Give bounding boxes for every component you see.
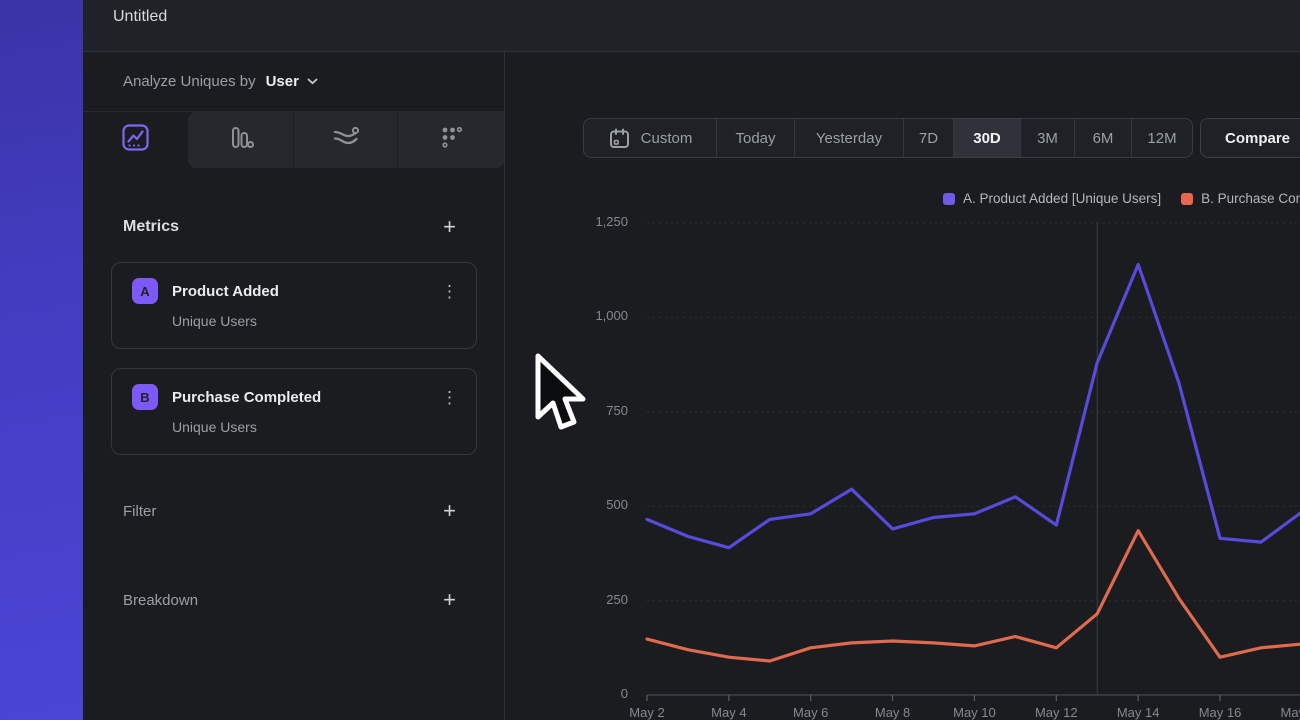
range-7d[interactable]: 7D xyxy=(903,119,953,157)
x-axis-label: May 6 xyxy=(793,705,828,720)
range-6m[interactable]: 6M xyxy=(1074,119,1131,157)
filter-title: Filter xyxy=(123,503,156,520)
range-today[interactable]: Today xyxy=(716,119,794,157)
line-chart[interactable]: 0 250 500 750 1,000 1,250 May 2 May 4 May 6 May 8… xyxy=(583,200,1300,720)
analyze-uniques-value[interactable]: User xyxy=(266,73,299,90)
metric-letter-badge: A xyxy=(132,278,158,304)
tab-line-chart[interactable] xyxy=(83,112,188,168)
analyze-uniques-label: Analyze Uniques by xyxy=(123,73,256,90)
query-sidebar: Analyze Uniques by User Metrics A Produc… xyxy=(83,52,505,720)
x-axis-label: May 12 xyxy=(1035,705,1078,720)
x-axis-label: May 2 xyxy=(629,705,664,720)
range-label: 7D xyxy=(919,130,938,147)
chart-type-tabs xyxy=(83,112,504,168)
y-axis-label: 0 xyxy=(583,686,628,701)
breakdown-section: Breakdown xyxy=(83,579,504,621)
x-axis-label: May 4 xyxy=(711,705,746,720)
series-line[interactable] xyxy=(647,265,1300,548)
add-breakdown-plus-icon[interactable] xyxy=(443,590,456,610)
x-axis-label: May 14 xyxy=(1117,705,1160,720)
range-yesterday[interactable]: Yesterday xyxy=(794,119,903,157)
range-label: 30D xyxy=(973,130,1001,147)
chevron-down-icon[interactable] xyxy=(307,78,318,85)
breakdown-title: Breakdown xyxy=(123,592,198,609)
metric-letter-badge: B xyxy=(132,384,158,410)
top-bar: Untitled xyxy=(83,0,1300,52)
add-metric-plus-icon[interactable] xyxy=(443,217,456,237)
range-3m[interactable]: 3M xyxy=(1020,119,1074,157)
metric-subtitle[interactable]: Unique Users xyxy=(172,313,458,329)
y-axis-label: 250 xyxy=(583,592,628,607)
metric-name[interactable]: Product Added xyxy=(172,283,441,300)
kebab-menu-icon[interactable] xyxy=(441,389,458,406)
range-label: Custom xyxy=(641,130,693,147)
x-axis-label: May 8 xyxy=(875,705,910,720)
range-label: 12M xyxy=(1147,130,1176,147)
calendar-icon xyxy=(608,127,631,150)
y-axis-label: 1,250 xyxy=(583,214,628,229)
metric-subtitle[interactable]: Unique Users xyxy=(172,419,458,435)
tab-flow-chart[interactable] xyxy=(293,112,398,168)
analytics-app-window: Untitled Analyze Uniques by User Metrics… xyxy=(83,0,1300,720)
range-custom[interactable]: Custom xyxy=(584,119,716,157)
y-axis-label: 500 xyxy=(583,497,628,512)
chart-panel: Custom Today Yesterday 7D 30D 3M 6M 12M Compare… xyxy=(505,52,1300,720)
retention-grid-icon xyxy=(437,123,466,157)
kebab-menu-icon[interactable] xyxy=(441,283,458,300)
x-axis-label: May 10 xyxy=(953,705,996,720)
date-range-selector: Custom Today Yesterday 7D 30D 3M 6M 12M xyxy=(583,118,1193,158)
add-filter-plus-icon[interactable] xyxy=(443,501,456,521)
desktop-gradient-strip xyxy=(0,0,83,720)
chart-canvas[interactable] xyxy=(583,200,1300,720)
analyze-uniques-row: Analyze Uniques by User xyxy=(83,52,504,112)
x-axis-label: May 16 xyxy=(1199,705,1242,720)
metric-name[interactable]: Purchase Completed xyxy=(172,389,441,406)
metric-card-b[interactable]: B Purchase Completed Unique Users xyxy=(111,368,477,455)
range-12m[interactable]: 12M xyxy=(1131,119,1192,157)
range-label: Yesterday xyxy=(816,130,882,147)
compare-button[interactable]: Compare xyxy=(1200,118,1300,158)
filter-section: Filter xyxy=(83,490,504,532)
x-axis-label: May 18 xyxy=(1281,705,1300,720)
tab-retention-grid[interactable] xyxy=(397,112,504,168)
bar-chart-icon xyxy=(226,123,255,157)
range-label: 6M xyxy=(1093,130,1114,147)
screen: Untitled Analyze Uniques by User Metrics… xyxy=(0,0,1300,720)
range-label: 3M xyxy=(1037,130,1058,147)
range-label: Today xyxy=(735,130,775,147)
y-axis-label: 1,000 xyxy=(583,308,628,323)
report-title[interactable]: Untitled xyxy=(113,8,167,26)
series-line[interactable] xyxy=(647,531,1300,661)
line-chart-icon xyxy=(121,123,150,157)
range-30d[interactable]: 30D xyxy=(953,119,1020,157)
metric-card-a[interactable]: A Product Added Unique Users xyxy=(111,262,477,349)
metrics-header: Metrics xyxy=(83,206,504,248)
tab-bar-chart[interactable] xyxy=(188,112,293,168)
y-axis-label: 750 xyxy=(583,403,628,418)
metrics-title: Metrics xyxy=(123,218,179,236)
flow-chart-icon xyxy=(330,123,361,157)
